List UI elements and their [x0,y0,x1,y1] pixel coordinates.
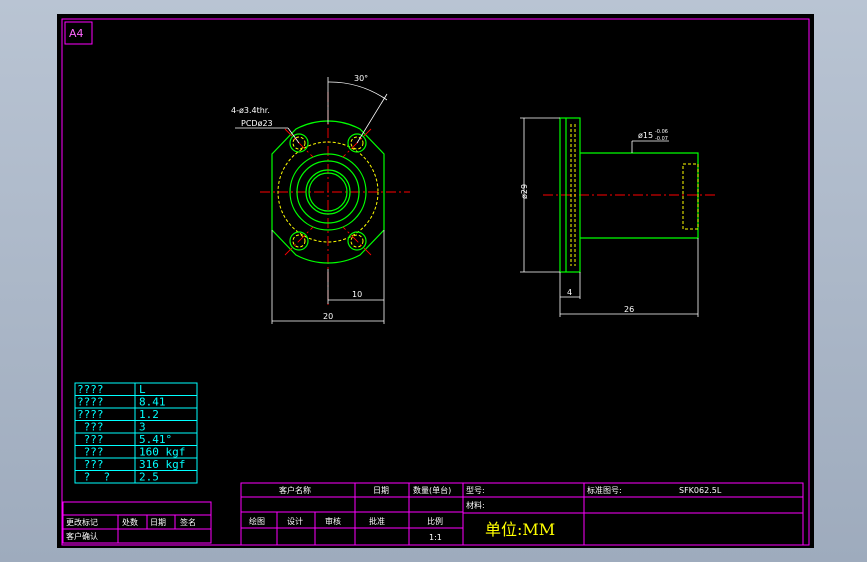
drawing-canvas: A4 30° 4-ø3.4thr. PCDø23 10 20 ø29 ø15 -… [61,18,810,546]
design-label: 设计 [287,516,303,526]
angle-dimension: 30° [354,74,368,83]
revision-count-label: 处数 [122,517,138,527]
model-label: 型号: [466,486,485,495]
hole-centerline [284,226,314,256]
spec-value: L [139,383,146,396]
drawing-no-value: SFK062.5L [679,486,722,495]
scale-value: 1:1 [429,533,442,542]
approve-label: 批准 [369,516,385,526]
spec-value: 5.41° [139,433,172,446]
side-view: ø29 ø15 -0.06 -0.07 4 26 [520,117,715,317]
revision-date-label: 日期 [150,518,166,527]
hole-centerline [342,226,372,256]
dim-flange-thickness: 4 [567,288,572,297]
spec-value: 1.2 [139,408,159,421]
hole-callout-line2: PCDø23 [241,119,273,128]
scale-label: 比例 [427,516,443,526]
hole-callout-line1: 4-ø3.4thr. [231,106,270,115]
revision-sign-label: 签名 [180,517,196,527]
drawing-no-label: 标准图号: [587,485,622,495]
revision-mark-label: 更改标记 [66,517,98,527]
spec-value: 160 kgf [139,446,185,459]
title-block: 客户名称 日期 数量(单台) 型号: 标准图号: SFK062.5L 材料: 绘… [240,482,804,546]
spec-value: 2.5 [139,471,159,484]
customer-name-label: 客户名称 [279,485,311,495]
front-view: 30° 4-ø3.4thr. PCDø23 10 20 [231,74,410,324]
spec-label: ??? [77,433,104,446]
spec-label: ??? [77,446,104,459]
spec-label: ? ? [77,471,110,484]
tol-upper: -0.06 [655,129,668,135]
material-label: 材料: [466,500,485,510]
spec-value: 316 kgf [139,458,185,471]
qty-label: 数量(单台) [413,485,451,495]
spec-label: ??? [77,458,104,471]
dim-half-width: 10 [352,290,362,299]
date-label: 日期 [373,486,389,495]
spec-label: ??? [77,421,104,434]
shaft-body [580,152,699,239]
tol-lower: -0.07 [655,136,668,142]
size-label: A4 [69,27,84,40]
spec-value: 3 [139,421,146,434]
dim-total-width: 20 [323,312,333,321]
angle-arc [327,81,388,101]
draw-label: 绘图 [249,516,265,526]
audit-label: 审核 [325,516,341,526]
unit-label: 单位:MM [485,520,555,539]
dim-total-length: 26 [624,305,634,314]
cad-drawing-viewport[interactable]: A4 30° 4-ø3.4thr. PCDø23 10 20 ø29 ø15 -… [57,14,814,548]
customer-confirm-label: 客户确认 [66,531,98,541]
shaft-bore-hidden [682,163,699,230]
spec-label: ???? [77,396,104,409]
revision-block: 更改标记 处数 日期 签名 客户确认 [62,501,212,544]
angle-extension [356,93,388,144]
spec-table: ???? L ???? 8.41 ???? 1.2 ??? 3 ??? 5.41… [74,382,198,484]
spec-label: ???? [77,408,104,421]
dim-flange-diameter: ø29 [520,184,529,199]
spec-label: ???? [77,383,104,396]
dim-shaft-diameter: ø15 [638,131,653,140]
spec-value: 8.41 [139,396,166,409]
